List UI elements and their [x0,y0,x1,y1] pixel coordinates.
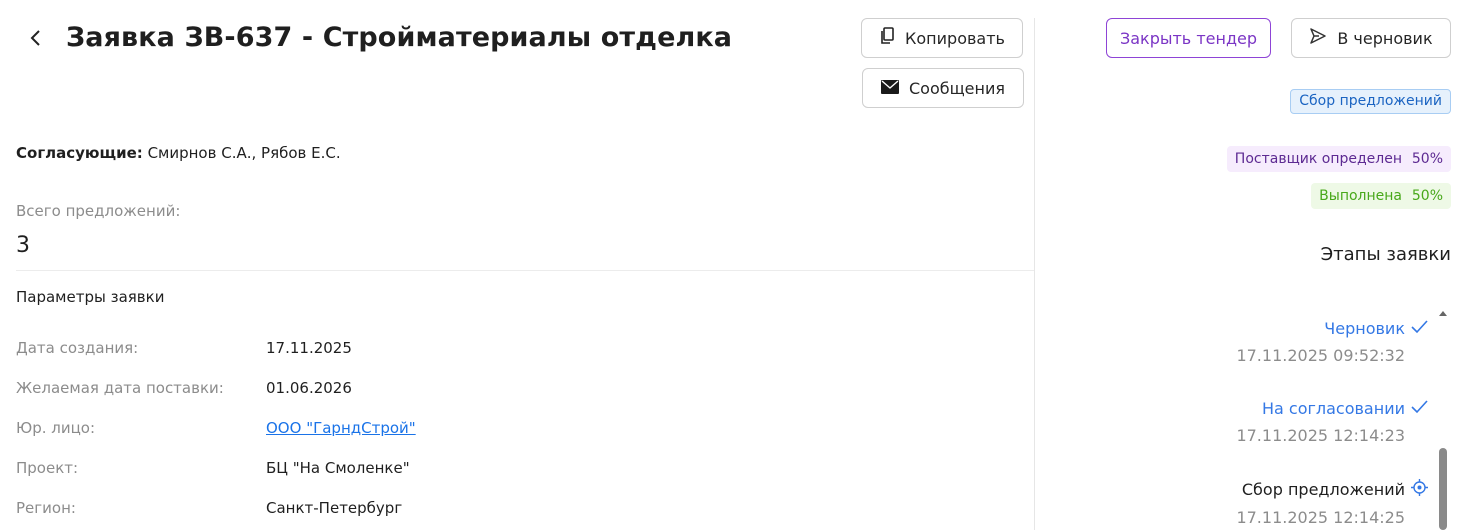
stage-date: 17.11.2025 09:52:32 [1236,346,1405,365]
param-value: Санкт-Петербург [266,499,403,517]
param-value: 01.06.2026 [266,379,352,397]
stage-item-draft: Черновик 17.11.2025 09:52:32 [1236,319,1428,365]
stages-scrollbar-thumb[interactable] [1439,448,1447,530]
envelope-icon [880,79,899,98]
param-label: Юр. лицо: [16,419,96,437]
stage-item-offers: Сбор предложений 17.11.2025 12:14:25 [1236,479,1428,527]
status-badge: Сбор предложений [1290,89,1451,114]
progress-badge-supplier: Поставщик определен [1226,146,1410,172]
close-tender-button[interactable]: Закрыть тендер [1106,18,1271,58]
legal-entity-link[interactable]: ООО "ГарндСтрой" [266,419,416,437]
scroll-up-arrow[interactable] [1438,302,1448,316]
check-icon [1411,399,1428,418]
param-row-region: Регион: Санкт-Петербург [16,499,916,521]
param-label: Регион: [16,499,76,517]
stage-name: На согласовании [1261,399,1405,418]
progress-percent-supplier: 50% [1403,146,1451,172]
copy-button-label: Копировать [905,28,1005,48]
param-value: БЦ "На Смоленке" [266,459,410,477]
total-offers-label: Всего предложений: [16,202,181,220]
param-label: Проект: [16,459,79,477]
page-title: Заявка ЗВ-637 - Стройматериалы отделка [66,22,733,53]
param-row-project: Проект: БЦ "На Смоленке" [16,459,916,481]
messages-button[interactable]: Сообщения [862,68,1024,108]
approvers-value: Смирнов С.А., Рябов Е.С. [147,144,341,162]
param-row-legal-entity: Юр. лицо: ООО "ГарндСтрой" [16,419,916,441]
to-draft-label: В черновик [1337,28,1433,48]
chevron-left-icon [29,28,43,52]
close-tender-label: Закрыть тендер [1119,28,1258,48]
stages-title: Этапы заявки [1320,244,1451,265]
param-row-delivery: Желаемая дата поставки: 01.06.2026 [16,379,916,401]
approvers-label: Согласующие: [16,144,143,162]
param-label: Дата создания: [16,339,139,357]
send-icon [1309,27,1327,49]
param-row-created: Дата создания: 17.11.2025 [16,339,916,361]
status-panel: Закрыть тендер В черновик Сбор предложен… [1035,0,1468,530]
total-offers-value: 3 [16,233,30,258]
copy-icon [879,27,895,49]
stage-name: Сбор предложений [1241,480,1405,499]
stage-date: 17.11.2025 12:14:23 [1236,426,1405,445]
stage-date: 17.11.2025 12:14:25 [1236,508,1405,527]
check-icon [1411,319,1428,338]
stage-name: Черновик [1324,319,1405,338]
progress-badge-done: Выполнена [1311,183,1410,209]
messages-button-label: Сообщения [908,78,1005,98]
section-divider [16,270,1034,271]
copy-button[interactable]: Копировать [861,18,1023,58]
params-title: Параметры заявки [16,288,165,306]
approvers: Согласующие: Смирнов С.А., Рябов Е.С. [16,144,341,162]
target-icon [1411,479,1428,500]
param-label: Желаемая дата поставки: [16,379,224,397]
stage-item-approval: На согласовании 17.11.2025 12:14:23 [1236,399,1428,445]
param-value: 17.11.2025 [266,339,352,357]
request-details-panel: Заявка ЗВ-637 - Стройматериалы отделка К… [0,0,1034,530]
progress-percent-done: 50% [1403,183,1451,209]
back-button[interactable] [24,26,48,54]
to-draft-button[interactable]: В черновик [1291,18,1451,58]
